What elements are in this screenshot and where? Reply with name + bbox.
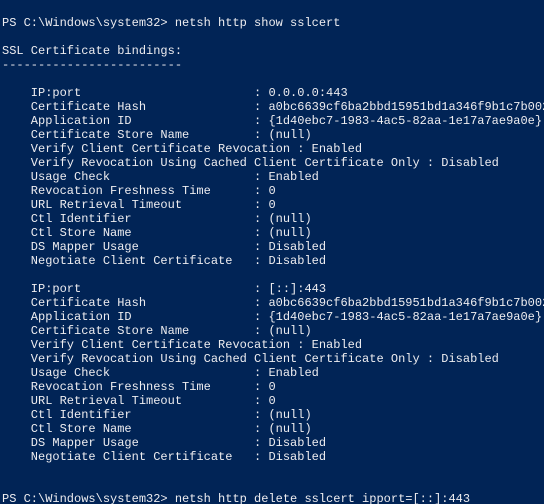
terminal-output[interactable]: PS C:\Windows\system32> netsh http show … <box>0 12 544 504</box>
